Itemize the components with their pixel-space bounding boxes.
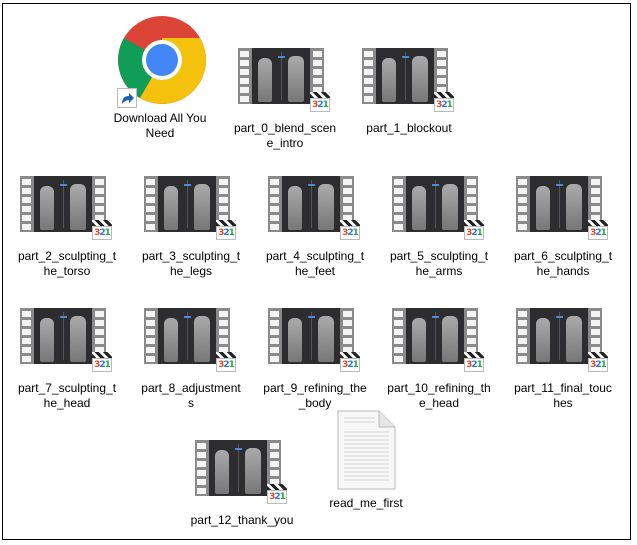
file-item-label: part_0_blend_scene_intro (233, 121, 337, 150)
video-preview (406, 308, 464, 364)
media-player-badge-icon: 321 (588, 220, 608, 240)
file-item-video[interactable]: 321 part_8_adjustments (139, 308, 243, 411)
file-item-label: read_me_first (329, 496, 403, 510)
media-player-badge-icon: 321 (588, 352, 608, 372)
media-player-badge-icon: 321 (434, 92, 454, 112)
file-item-label: part_10_refining_the_head (387, 381, 491, 410)
file-item-video[interactable]: 321 part_3_sculpting_the_legs (139, 176, 243, 279)
media-player-badge-icon: 321 (216, 352, 236, 372)
file-item-label: part_12_thank_you (190, 513, 294, 527)
media-player-badge-icon: 321 (92, 352, 112, 372)
file-item-download-all-you-need[interactable]: Download All You Need (108, 14, 212, 141)
video-preview (158, 176, 216, 232)
shortcut-arrow-icon (117, 88, 137, 108)
media-player-badge-icon: 321 (340, 220, 360, 240)
file-item-label: part_4_sculpting_the_feet (265, 249, 365, 278)
file-item-video[interactable]: 321 part_9_refining_the_body (263, 308, 367, 411)
video-preview (34, 308, 92, 364)
video-file-icon: 321 (144, 308, 238, 378)
chrome-icon (113, 14, 207, 108)
video-file-icon: 321 (516, 176, 610, 246)
video-file-icon: 321 (238, 48, 332, 118)
file-item-video[interactable]: 321 part_7_sculpting_the_head (15, 308, 119, 411)
video-preview (209, 440, 267, 496)
file-item-video[interactable]: 321 part_10_refining_the_head (387, 308, 491, 411)
video-preview (158, 308, 216, 364)
video-file-icon: 321 (144, 176, 238, 246)
video-file-icon: 321 (362, 48, 456, 118)
video-preview (282, 176, 340, 232)
video-file-icon: 321 (268, 308, 362, 378)
file-item-label: part_2_sculpting_the_torso (17, 249, 117, 278)
video-preview (530, 308, 588, 364)
media-player-badge-icon: 321 (464, 352, 484, 372)
video-file-icon: 321 (20, 308, 114, 378)
file-item-video[interactable]: 321 part_5_sculpting_the_arms (387, 176, 491, 279)
media-player-badge-icon: 321 (216, 220, 236, 240)
media-player-badge-icon: 321 (310, 92, 330, 112)
media-player-badge-icon: 321 (464, 220, 484, 240)
text-document-icon (335, 410, 397, 490)
file-item-video[interactable]: 321 part_4_sculpting_the_feet (263, 176, 367, 279)
file-item-video[interactable]: 321 part_2_sculpting_the_torso (15, 176, 119, 279)
file-item-video[interactable]: 321 part_12_thank_you (190, 440, 294, 528)
file-item-label: Download All You Need (113, 111, 207, 140)
video-preview (376, 48, 434, 104)
video-file-icon: 321 (516, 308, 610, 378)
file-item-label: part_3_sculpting_the_legs (141, 249, 241, 278)
file-item-label: part_1_blockout (366, 121, 452, 135)
media-player-badge-icon: 321 (340, 352, 360, 372)
file-item-read-me-first[interactable]: read_me_first (314, 410, 418, 511)
video-file-icon: 321 (392, 176, 486, 246)
video-file-icon: 321 (268, 176, 362, 246)
file-item-label: part_6_sculpting_the_hands (513, 249, 613, 278)
file-item-video[interactable]: 321 part_11_final_touches (511, 308, 615, 411)
video-preview (530, 176, 588, 232)
video-preview (34, 176, 92, 232)
file-item-label: part_9_refining_the_body (263, 381, 367, 410)
video-file-icon: 321 (195, 440, 289, 510)
file-item-label: part_7_sculpting_the_head (17, 381, 117, 410)
file-item-label: part_5_sculpting_the_arms (389, 249, 489, 278)
file-item-video[interactable]: 321 part_6_sculpting_the_hands (511, 176, 615, 279)
video-file-icon: 321 (392, 308, 486, 378)
video-file-icon: 321 (20, 176, 114, 246)
video-preview (406, 176, 464, 232)
video-preview (252, 48, 310, 104)
media-player-badge-icon: 321 (92, 220, 112, 240)
file-item-label: part_11_final_touches (514, 381, 612, 410)
file-item-video[interactable]: 321 part_1_blockout (357, 48, 461, 136)
file-item-video[interactable]: 321 part_0_blend_scene_intro (233, 48, 337, 151)
video-preview (282, 308, 340, 364)
media-player-badge-icon: 321 (267, 484, 287, 504)
file-item-label: part_8_adjustments (141, 381, 241, 410)
